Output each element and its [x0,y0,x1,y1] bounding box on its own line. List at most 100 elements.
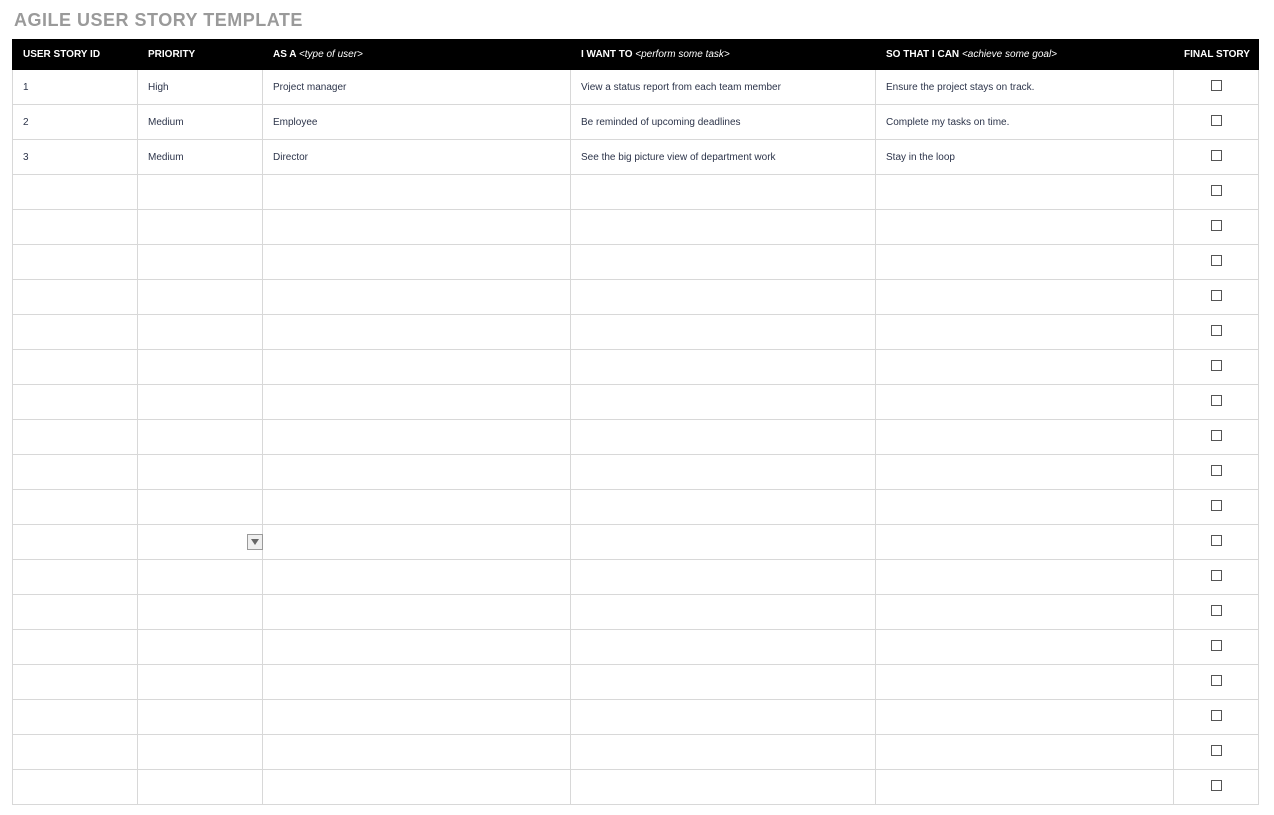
cell-priority[interactable] [138,245,263,280]
cell-user-story-id[interactable] [13,280,138,315]
cell-priority[interactable]: Medium [138,140,263,175]
cell-as-a[interactable] [263,210,571,245]
cell-user-story-id[interactable] [13,490,138,525]
cell-as-a[interactable]: Employee [263,105,571,140]
cell-user-story-id[interactable] [13,315,138,350]
cell-so-that[interactable] [876,385,1174,420]
final-story-checkbox[interactable] [1211,465,1222,476]
cell-priority[interactable] [138,700,263,735]
final-story-checkbox[interactable] [1211,500,1222,511]
cell-i-want-to[interactable] [571,210,876,245]
cell-as-a[interactable] [263,175,571,210]
cell-so-that[interactable] [876,665,1174,700]
final-story-checkbox[interactable] [1211,710,1222,721]
cell-priority[interactable] [138,595,263,630]
cell-as-a[interactable] [263,350,571,385]
cell-as-a[interactable] [263,490,571,525]
cell-priority[interactable] [138,175,263,210]
cell-so-that[interactable] [876,490,1174,525]
cell-as-a[interactable] [263,385,571,420]
final-story-checkbox[interactable] [1211,605,1222,616]
cell-user-story-id[interactable] [13,735,138,770]
cell-user-story-id[interactable] [13,245,138,280]
cell-user-story-id[interactable] [13,560,138,595]
cell-so-that[interactable] [876,525,1174,560]
cell-as-a[interactable] [263,455,571,490]
final-story-checkbox[interactable] [1211,115,1222,126]
cell-user-story-id[interactable] [13,175,138,210]
cell-i-want-to[interactable] [571,350,876,385]
cell-as-a[interactable] [263,665,571,700]
cell-i-want-to[interactable] [571,245,876,280]
final-story-checkbox[interactable] [1211,255,1222,266]
cell-priority[interactable] [138,490,263,525]
cell-priority[interactable] [138,420,263,455]
cell-priority[interactable]: Medium [138,105,263,140]
final-story-checkbox[interactable] [1211,150,1222,161]
final-story-checkbox[interactable] [1211,185,1222,196]
cell-as-a[interactable]: Director [263,140,571,175]
cell-i-want-to[interactable] [571,525,876,560]
cell-so-that[interactable] [876,175,1174,210]
cell-user-story-id[interactable] [13,350,138,385]
cell-i-want-to[interactable] [571,175,876,210]
cell-user-story-id[interactable] [13,770,138,805]
cell-as-a[interactable] [263,420,571,455]
cell-as-a[interactable] [263,245,571,280]
cell-i-want-to[interactable] [571,560,876,595]
cell-user-story-id[interactable] [13,210,138,245]
cell-as-a[interactable] [263,630,571,665]
cell-priority[interactable] [138,525,263,560]
cell-user-story-id[interactable]: 1 [13,70,138,105]
cell-so-that[interactable] [876,350,1174,385]
cell-as-a[interactable]: Project manager [263,70,571,105]
cell-user-story-id[interactable]: 2 [13,105,138,140]
cell-i-want-to[interactable] [571,770,876,805]
cell-i-want-to[interactable]: View a status report from each team memb… [571,70,876,105]
cell-i-want-to[interactable] [571,385,876,420]
cell-priority[interactable] [138,315,263,350]
cell-so-that[interactable]: Ensure the project stays on track. [876,70,1174,105]
cell-i-want-to[interactable] [571,455,876,490]
cell-priority[interactable] [138,735,263,770]
cell-priority[interactable] [138,350,263,385]
cell-so-that[interactable]: Stay in the loop [876,140,1174,175]
cell-user-story-id[interactable] [13,630,138,665]
final-story-checkbox[interactable] [1211,430,1222,441]
cell-so-that[interactable] [876,210,1174,245]
cell-i-want-to[interactable] [571,700,876,735]
cell-so-that[interactable] [876,630,1174,665]
cell-i-want-to[interactable] [571,735,876,770]
final-story-checkbox[interactable] [1211,220,1222,231]
cell-i-want-to[interactable] [571,630,876,665]
cell-so-that[interactable]: Complete my tasks on time. [876,105,1174,140]
final-story-checkbox[interactable] [1211,360,1222,371]
cell-as-a[interactable] [263,280,571,315]
cell-i-want-to[interactable] [571,665,876,700]
cell-so-that[interactable] [876,560,1174,595]
cell-as-a[interactable] [263,700,571,735]
cell-i-want-to[interactable] [571,315,876,350]
cell-i-want-to[interactable]: Be reminded of upcoming deadlines [571,105,876,140]
cell-as-a[interactable] [263,770,571,805]
cell-i-want-to[interactable] [571,420,876,455]
dropdown-handle-icon[interactable] [247,534,263,550]
final-story-checkbox[interactable] [1211,675,1222,686]
cell-as-a[interactable] [263,525,571,560]
cell-priority[interactable] [138,630,263,665]
cell-user-story-id[interactable] [13,665,138,700]
cell-i-want-to[interactable] [571,280,876,315]
cell-priority[interactable] [138,560,263,595]
cell-so-that[interactable] [876,700,1174,735]
final-story-checkbox[interactable] [1211,535,1222,546]
cell-priority[interactable] [138,770,263,805]
cell-i-want-to[interactable] [571,595,876,630]
final-story-checkbox[interactable] [1211,640,1222,651]
cell-so-that[interactable] [876,280,1174,315]
cell-user-story-id[interactable] [13,385,138,420]
cell-user-story-id[interactable] [13,420,138,455]
cell-user-story-id[interactable]: 3 [13,140,138,175]
final-story-checkbox[interactable] [1211,780,1222,791]
cell-user-story-id[interactable] [13,595,138,630]
cell-so-that[interactable] [876,315,1174,350]
